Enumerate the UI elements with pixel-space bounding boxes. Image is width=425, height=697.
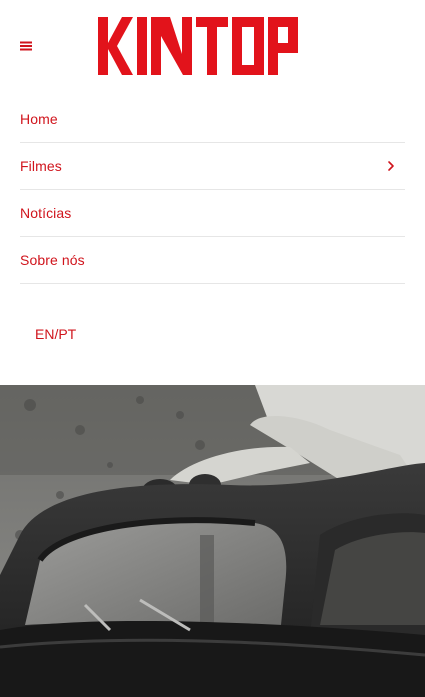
nav-item-noticias[interactable]: Notícias bbox=[20, 190, 405, 237]
nav-item-home[interactable]: Home bbox=[20, 96, 405, 143]
main-navigation: Home Filmes Notícias Sobre nós bbox=[20, 96, 405, 284]
nav-item-label: Home bbox=[20, 111, 58, 127]
site-header bbox=[0, 0, 425, 92]
nav-item-label: Notícias bbox=[20, 205, 72, 221]
nav-item-sobre-nos[interactable]: Sobre nós bbox=[20, 237, 405, 284]
page: Home Filmes Notícias Sobre nós EN/PT bbox=[0, 0, 425, 697]
nav-item-label: Filmes bbox=[20, 158, 62, 174]
hero-image bbox=[0, 385, 425, 697]
nav-item-filmes[interactable]: Filmes bbox=[20, 143, 405, 190]
kintop-logo[interactable] bbox=[98, 16, 328, 76]
chevron-right-icon[interactable] bbox=[387, 160, 395, 172]
hamburger-menu-icon[interactable] bbox=[14, 34, 38, 58]
language-switch[interactable]: EN/PT bbox=[35, 326, 76, 342]
nav-item-label: Sobre nós bbox=[20, 252, 85, 268]
